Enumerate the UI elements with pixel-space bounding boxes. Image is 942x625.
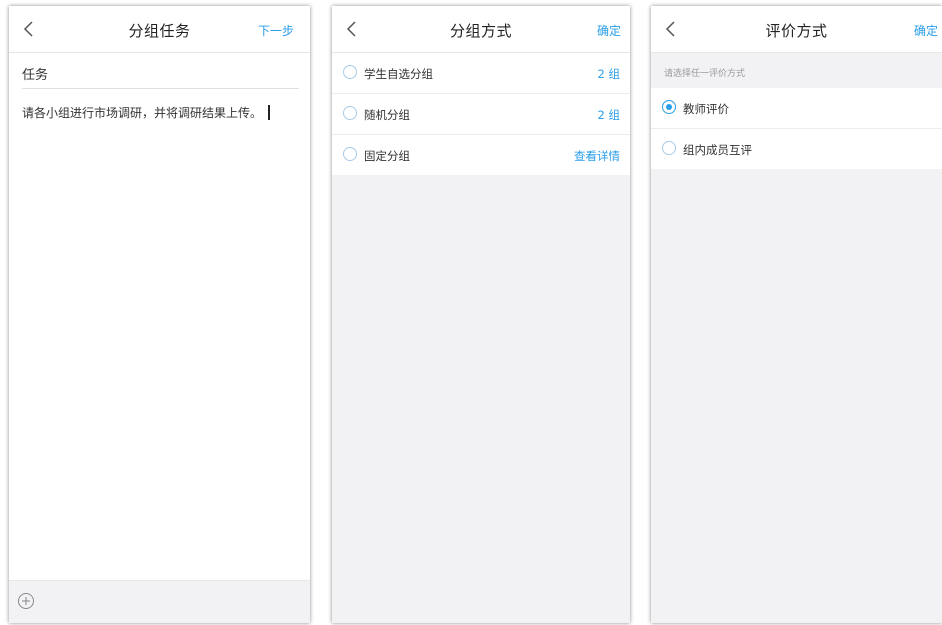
task-field-label: 任务: [22, 68, 49, 83]
plus-circle-icon[interactable]: [17, 592, 35, 610]
divider: [22, 88, 299, 89]
option-fixed[interactable]: 固定分组 查看详情: [332, 135, 630, 175]
radio-button-checked[interactable]: [662, 100, 676, 114]
nav-bar: 分组方式 确定: [332, 6, 630, 53]
option-label: 组内成员互评: [683, 143, 752, 157]
evaluation-method-screen: 评价方式 确定 请选择任一评价方式 教师评价 组内成员互评: [651, 6, 942, 623]
confirm-button[interactable]: 确定: [597, 22, 621, 39]
radio-button[interactable]: [343, 106, 357, 120]
task-textarea[interactable]: 请各小组进行市场调研，并将调研结果上传。: [22, 104, 270, 121]
page-title: 评价方式: [765, 22, 828, 40]
text-cursor: [268, 105, 270, 120]
option-label: 固定分组: [364, 149, 410, 163]
group-count: 2 组: [597, 108, 620, 122]
group-method-screen: 分组方式 确定 学生自选分组 2 组 随机分组 2 组 固定分组 查看详情: [332, 6, 630, 623]
hint-text: 请选择任一评价方式: [664, 69, 746, 79]
radio-button[interactable]: [343, 147, 357, 161]
evaluation-method-list: 教师评价 组内成员互评: [651, 88, 942, 169]
next-step-button[interactable]: 下一步: [258, 22, 294, 39]
option-random[interactable]: 随机分组 2 组: [332, 94, 630, 135]
view-details-link[interactable]: 查看详情: [574, 148, 620, 164]
option-teacher-evaluation[interactable]: 教师评价: [651, 88, 942, 129]
option-peer-evaluation[interactable]: 组内成员互评: [651, 129, 942, 169]
task-text-value: 请各小组进行市场调研，并将调研结果上传。: [22, 106, 263, 120]
page-title: 分组方式: [449, 22, 512, 40]
radio-button[interactable]: [343, 65, 357, 79]
group-method-list: 学生自选分组 2 组 随机分组 2 组 固定分组 查看详情: [332, 53, 630, 175]
option-label: 教师评价: [683, 102, 729, 116]
option-label: 随机分组: [364, 108, 410, 122]
bottom-toolbar: [9, 580, 310, 623]
confirm-button[interactable]: 确定: [914, 22, 938, 39]
option-student-choice[interactable]: 学生自选分组 2 组: [332, 53, 630, 94]
group-count: 2 组: [597, 67, 620, 81]
nav-bar: 分组任务 下一步: [9, 6, 310, 53]
task-screen: 分组任务 下一步 任务 请各小组进行市场调研，并将调研结果上传。: [9, 6, 310, 623]
option-label: 学生自选分组: [364, 67, 433, 81]
radio-button[interactable]: [662, 141, 676, 155]
nav-bar: 评价方式 确定: [651, 6, 942, 53]
